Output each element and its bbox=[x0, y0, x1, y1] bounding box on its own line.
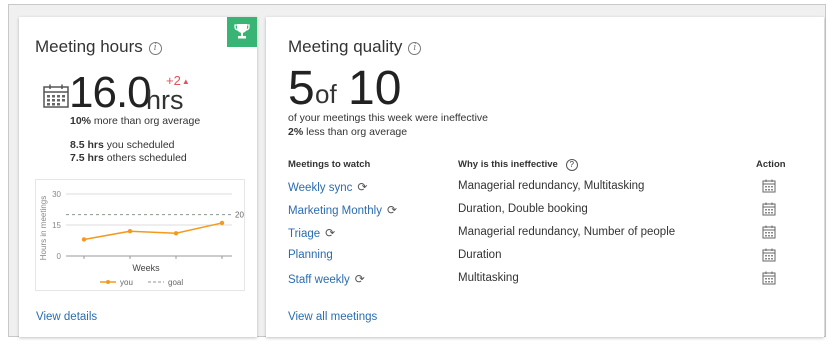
calendar-action-button[interactable] bbox=[762, 202, 776, 221]
calendar-action-button[interactable] bbox=[762, 179, 776, 198]
hours-comparison-pct: 10% bbox=[70, 115, 92, 127]
meeting-name-link[interactable]: Planning bbox=[288, 249, 333, 261]
quality-value: 5 bbox=[288, 62, 315, 115]
scheduled-others-text: others scheduled bbox=[103, 152, 187, 164]
quality-comparison: 2% less than org average bbox=[288, 126, 407, 138]
meeting-name: Triage bbox=[288, 228, 321, 240]
data-point bbox=[219, 220, 225, 226]
ineffective-reason: Managerial redundancy, Multitasking bbox=[458, 180, 645, 192]
trophy-badge[interactable] bbox=[227, 17, 257, 47]
meeting-name-link[interactable]: Triage ⟳ bbox=[288, 226, 335, 240]
ineffective-reason: Duration bbox=[458, 249, 502, 261]
data-point bbox=[173, 231, 179, 236]
data-point bbox=[127, 229, 133, 234]
calendar-action-icon[interactable] bbox=[762, 271, 776, 285]
recurring-sync-icon: ⟳ bbox=[325, 226, 336, 240]
recurring-sync-icon: ⟳ bbox=[354, 272, 365, 286]
hours-comparison-text: more than org average bbox=[91, 115, 201, 127]
hours-chart-svg: 0 15 30 20 Hours in meetings Weeks you goal bbox=[39, 190, 244, 287]
y-tick-label: 30 bbox=[52, 190, 61, 199]
col-header-action: Action bbox=[756, 159, 786, 170]
ineffective-reason: Duration, Double booking bbox=[458, 203, 588, 215]
meeting-hours-card: Meeting hours i 16.0 +2▲ hrs 10% more th… bbox=[19, 17, 257, 337]
col-header-why: Why is this ineffective? bbox=[458, 159, 578, 171]
legend-you-label: you bbox=[120, 278, 133, 287]
calendar-action-icon[interactable] bbox=[762, 225, 776, 239]
calendar-action-button[interactable] bbox=[762, 225, 776, 244]
quality-total: 10 bbox=[348, 62, 402, 115]
scheduled-you: 8.5 hrs you scheduled bbox=[70, 139, 175, 151]
calendar-action-icon[interactable] bbox=[762, 202, 776, 216]
hours-comparison: 10% more than org average bbox=[70, 115, 200, 127]
dashboard-frame: Meeting hours i 16.0 +2▲ hrs 10% more th… bbox=[8, 4, 826, 337]
calendar-action-icon[interactable] bbox=[762, 179, 776, 193]
col-header-meetings: Meetings to watch bbox=[288, 159, 371, 170]
recurring-sync-icon: ⟳ bbox=[357, 180, 368, 194]
scheduled-others: 7.5 hrs others scheduled bbox=[70, 152, 187, 164]
calendar-icon bbox=[43, 84, 69, 108]
quality-subtitle: of your meetings this week were ineffect… bbox=[288, 112, 488, 124]
meeting-quality-title: Meeting quality i bbox=[288, 37, 422, 57]
y-tick-label: 15 bbox=[52, 221, 61, 230]
meeting-hours-title: Meeting hours i bbox=[35, 37, 162, 57]
data-point bbox=[81, 237, 87, 242]
info-icon[interactable]: i bbox=[148, 42, 162, 55]
scheduled-you-text: you scheduled bbox=[103, 139, 175, 151]
y-axis-label: Hours in meetings bbox=[39, 196, 48, 260]
calendar-action-button[interactable] bbox=[762, 271, 776, 290]
ineffective-reason: Multitasking bbox=[458, 272, 519, 284]
table-row: Staff weekly ⟳ Multitasking bbox=[288, 269, 808, 291]
scheduled-you-value: 8.5 hrs bbox=[70, 139, 104, 151]
table-row: Triage ⟳ Managerial redundancy, Number of … bbox=[288, 223, 808, 245]
x-axis-label: Weeks bbox=[132, 263, 160, 273]
meeting-hours-title-text: Meeting hours bbox=[35, 37, 143, 56]
y-tick-label: 0 bbox=[57, 252, 62, 261]
quality-comparison-pct: 2% bbox=[288, 126, 304, 138]
meeting-name: Staff weekly bbox=[288, 274, 350, 286]
meeting-hours-unit: hrs bbox=[146, 85, 184, 115]
trophy-icon bbox=[234, 24, 250, 39]
calendar-action-icon[interactable] bbox=[762, 248, 776, 262]
meeting-quality-card: Meeting quality i 5 of 10 of your meeting… bbox=[266, 17, 824, 337]
info-icon[interactable]: i bbox=[408, 42, 422, 55]
table-row: Planning Duration bbox=[288, 246, 808, 268]
ineffective-reason: Managerial redundancy, Number of people bbox=[458, 226, 676, 238]
quality-of: of bbox=[315, 79, 337, 109]
quality-comparison-text: less than org average bbox=[303, 126, 408, 138]
meeting-hours-value: 16.0 bbox=[69, 68, 152, 117]
goal-label: 20 bbox=[235, 211, 244, 220]
legend-you-marker bbox=[106, 280, 110, 284]
view-details-link[interactable]: View details bbox=[36, 311, 97, 323]
recurring-sync-icon: ⟳ bbox=[386, 203, 398, 217]
calendar-action-button[interactable] bbox=[762, 248, 776, 267]
meeting-name: Planning bbox=[288, 249, 333, 261]
help-icon[interactable]: ? bbox=[565, 159, 578, 171]
meeting-name-link[interactable]: Weekly sync ⟳ bbox=[288, 180, 367, 194]
table-row: Weekly sync ⟳ Managerial redundancy, Multi… bbox=[288, 177, 808, 199]
meeting-name-link[interactable]: Marketing Monthly ⟳ bbox=[288, 203, 397, 217]
scheduled-others-value: 7.5 hrs bbox=[70, 152, 104, 164]
table-row: Marketing Monthly ⟳ Duration, Double booki… bbox=[288, 200, 808, 222]
view-all-meetings-link[interactable]: View all meetings bbox=[288, 311, 377, 323]
legend-goal-label: goal bbox=[168, 278, 183, 287]
hours-chart: 0 15 30 20 Hours in meetings Weeks you goal bbox=[35, 179, 245, 291]
meeting-name: Marketing Monthly bbox=[288, 205, 382, 217]
meeting-quality-title-text: Meeting quality bbox=[288, 37, 403, 56]
meeting-name-link[interactable]: Staff weekly ⟳ bbox=[288, 272, 365, 286]
meeting-name: Weekly sync bbox=[288, 182, 353, 194]
col-header-why-text: Why is this ineffective bbox=[458, 159, 558, 170]
